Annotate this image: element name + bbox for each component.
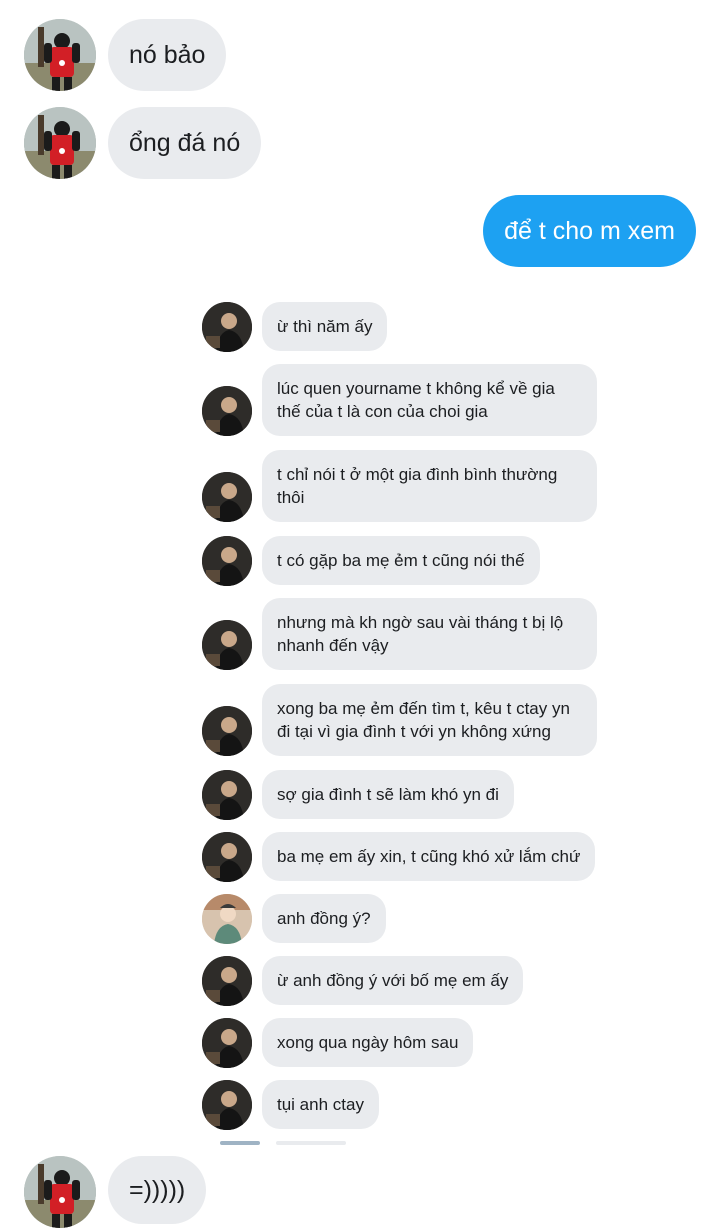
avatar-dark-person-icon	[202, 302, 252, 352]
avatar-red-jersey-icon[interactable]	[24, 19, 96, 91]
list-item: anh đồng ý?	[196, 894, 616, 944]
received-message-bubble[interactable]: =)))))	[108, 1156, 207, 1224]
received-message-bubble: anh đồng ý?	[262, 894, 386, 943]
received-message-bubble: lúc quen yourname t không kể về gia thế …	[262, 364, 597, 436]
avatar-dark-person-icon	[202, 1018, 252, 1068]
avatar-dark-person-icon	[202, 386, 252, 436]
avatar-light-person-icon	[202, 894, 252, 944]
list-item: t có gặp ba mẹ ẻm t cũng nói thế	[196, 536, 616, 586]
received-message-bubble: xong qua ngày hôm sau	[262, 1018, 474, 1067]
message-row: ổng đá nó	[0, 107, 720, 179]
list-item: ừ anh đồng ý với bố mẹ em ấy	[196, 956, 616, 1006]
received-message-bubble: xong ba mẹ ẻm đến tìm t, kêu t ctay yn đ…	[262, 684, 597, 756]
avatar-red-jersey-icon[interactable]	[24, 1156, 96, 1228]
avatar-dark-person-icon	[202, 832, 252, 882]
received-message-bubble: ừ anh đồng ý với bố mẹ em ấy	[262, 956, 524, 1005]
message-row: nó bảo	[0, 19, 720, 91]
received-message-bubble[interactable]: ổng đá nó	[108, 107, 262, 179]
list-item: xong qua ngày hôm sau	[196, 1018, 616, 1068]
avatar-dark-person-icon	[202, 706, 252, 756]
avatar-dark-person-icon	[202, 770, 252, 820]
received-message-bubble: t chỉ nói t ở một gia đình bình thường t…	[262, 450, 597, 522]
avatar-dark-person-icon	[202, 1080, 252, 1130]
received-message-bubble: t có gặp ba mẹ ẻm t cũng nói thế	[262, 536, 540, 585]
avatar-dark-person-icon	[202, 472, 252, 522]
received-message-bubble: ừ thì năm ấy	[262, 302, 388, 351]
list-item: sợ gia đình t sẽ làm khó yn đi	[196, 770, 616, 820]
list-item: nhưng mà kh ngờ sau vài tháng t bị lộ nh…	[196, 598, 616, 672]
list-item: ba mẹ em ấy xin, t cũng khó xử lắm chứ	[196, 832, 616, 882]
received-message-bubble: sợ gia đình t sẽ làm khó yn đi	[262, 770, 514, 819]
cropped-row-edge	[220, 1141, 260, 1145]
list-item: lúc quen yourname t không kể về gia thế …	[196, 364, 616, 438]
list-item: tụi anh ctay	[196, 1080, 616, 1130]
received-message-bubble[interactable]: nó bảo	[108, 19, 227, 91]
shared-screenshot-image[interactable]: ừ thì năm ấy lúc quen yourname t không k…	[196, 292, 616, 1145]
cropped-bubble-edge	[276, 1141, 346, 1145]
sent-message-bubble[interactable]: để t cho m xem	[483, 195, 696, 267]
avatar-dark-person-icon	[202, 620, 252, 670]
received-message-bubble: tụi anh ctay	[262, 1080, 379, 1129]
received-message-bubble: ba mẹ em ấy xin, t cũng khó xử lắm chứ	[262, 832, 596, 881]
avatar-red-jersey-icon[interactable]	[24, 107, 96, 179]
message-row: để t cho m xem	[0, 195, 720, 267]
received-message-bubble: nhưng mà kh ngờ sau vài tháng t bị lộ nh…	[262, 598, 597, 670]
list-item: t chỉ nói t ở một gia đình bình thường t…	[196, 450, 616, 524]
message-row: =)))))	[0, 1156, 720, 1228]
avatar-dark-person-icon	[202, 536, 252, 586]
list-item: xong ba mẹ ẻm đến tìm t, kêu t ctay yn đ…	[196, 684, 616, 758]
avatar-dark-person-icon	[202, 956, 252, 1006]
list-item: ừ thì năm ấy	[196, 302, 616, 352]
